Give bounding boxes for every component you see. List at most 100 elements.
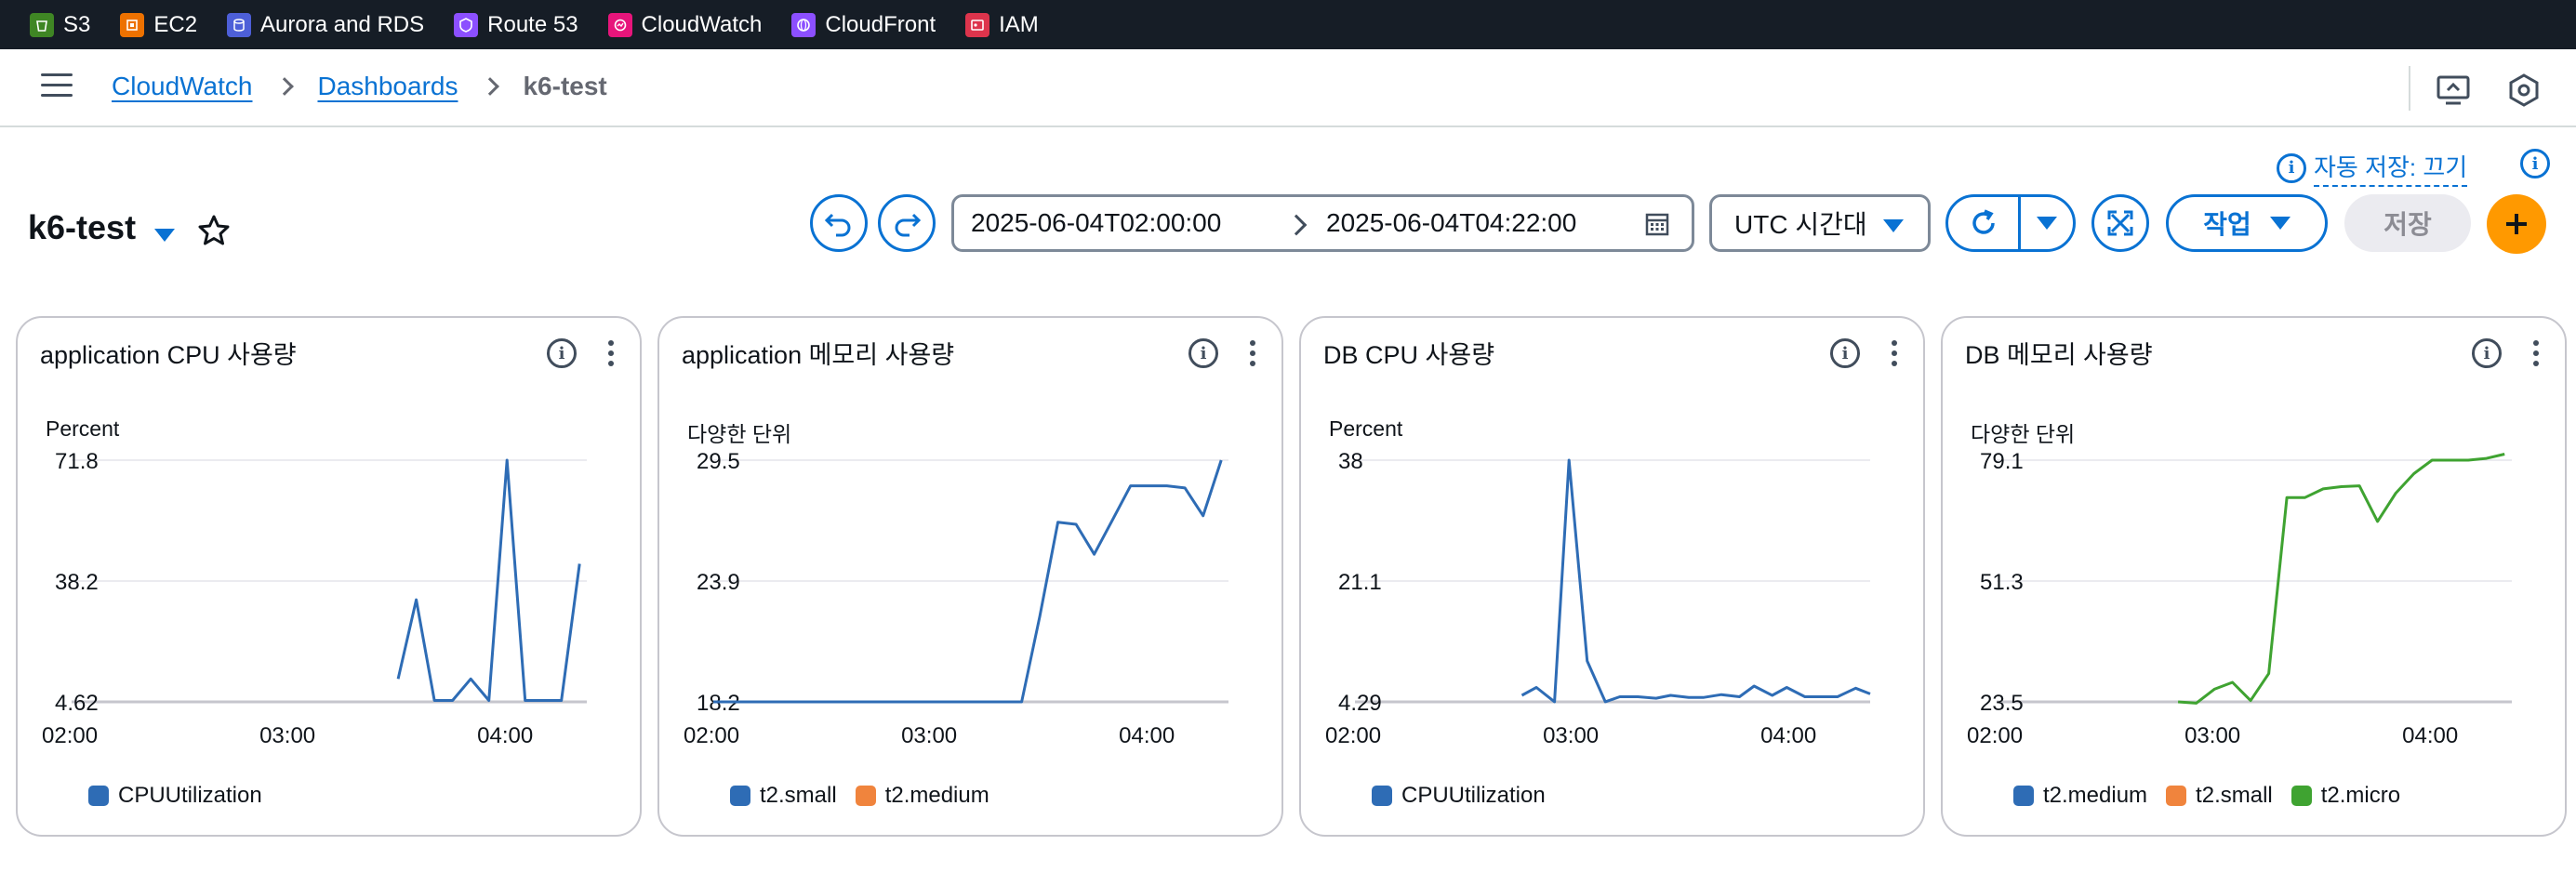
service-link-ec2[interactable]: EC2: [120, 12, 197, 38]
save-button[interactable]: 저장: [2344, 194, 2471, 252]
bucket-icon: [30, 12, 54, 37]
chart-legend: t2.small t2.medium: [730, 783, 1008, 809]
line-chart: 38 21.1 4.29 02:00 03:00 04:00: [1325, 449, 1871, 748]
chevron-right-icon: [1285, 214, 1308, 236]
chevron-right-icon: [481, 77, 500, 96]
service-label: Route 53: [487, 11, 578, 37]
y-tick-label: 29.5: [697, 449, 740, 474]
timezone-select[interactable]: UTC 시간대: [1709, 194, 1931, 252]
service-link-iam[interactable]: IAM: [965, 12, 1039, 38]
x-tick-label: 04:00: [477, 723, 533, 748]
series-line-t2-micro: [2177, 453, 2505, 705]
service-link-cloudfront[interactable]: CloudFront: [791, 12, 936, 38]
calendar-icon[interactable]: [1645, 212, 1669, 236]
y-tick-label: 38.2: [55, 570, 99, 595]
caret-down-icon: [2269, 217, 2291, 230]
legend-item[interactable]: t2.small: [730, 783, 837, 809]
expand-icon: [2107, 210, 2133, 236]
header: CloudWatch Dashboards k6-test: [0, 49, 2576, 127]
widget-title: application CPU 사용량: [40, 341, 297, 369]
legend-label: t2.medium: [884, 783, 989, 808]
refresh-icon: [1972, 209, 1995, 234]
widget-1: application CPU 사용량 i Percent 71.8 38.2 4.62 0…: [16, 316, 642, 837]
info-link[interactable]: i: [2520, 149, 2557, 178]
legend-label: t2.micro: [2320, 783, 2401, 808]
id-card-icon: [965, 12, 990, 37]
x-tick-label: 03:00: [2184, 723, 2240, 748]
legend-item[interactable]: CPUUtilization: [88, 783, 262, 809]
line-chart: 79.1 51.3 23.5 02:00 03:00 04:00: [1967, 449, 2512, 748]
chart-legend: CPUUtilization: [1372, 783, 1564, 809]
more-options-icon[interactable]: [1248, 340, 1257, 370]
service-link-route-53[interactable]: Route 53: [454, 12, 578, 38]
time-range-picker[interactable]: 2025-06-04T02:00:00 2025-06-04T04:22:00: [951, 194, 1694, 252]
fullscreen-button[interactable]: [2091, 194, 2149, 252]
add-widget-button[interactable]: [2487, 194, 2546, 254]
info-icon[interactable]: i: [547, 338, 577, 368]
legend-item[interactable]: t2.medium: [855, 783, 989, 809]
breadcrumb-cloudwatch[interactable]: CloudWatch: [112, 72, 252, 101]
x-tick-label: 03:00: [259, 723, 315, 748]
x-tick-label: 02:00: [42, 723, 98, 748]
refresh-button[interactable]: [1948, 197, 2021, 249]
refresh-interval-dropdown[interactable]: [2021, 197, 2073, 249]
service-label: IAM: [999, 11, 1039, 37]
service-link-aurora-and-rds[interactable]: Aurora and RDS: [227, 12, 424, 38]
info-icon: i: [2520, 149, 2550, 178]
legend-swatch: [2291, 786, 2312, 806]
line-chart: 71.8 38.2 4.62 02:00 03:00 04:00: [42, 449, 587, 748]
shield-icon: [454, 12, 479, 37]
time-range-from: 2025-06-04T02:00:00: [971, 208, 1222, 237]
more-options-icon[interactable]: [2531, 340, 2541, 370]
more-options-icon[interactable]: [606, 340, 616, 370]
y-tick-label: 38: [1338, 449, 1363, 474]
actions-dropdown[interactable]: 작업: [2166, 194, 2328, 252]
y-tick-label: 4.29: [1338, 691, 1382, 716]
monitor-icon[interactable]: [2435, 72, 2472, 109]
legend-item[interactable]: t2.small: [2166, 783, 2273, 809]
legend-item[interactable]: CPUUtilization: [1372, 783, 1546, 809]
undo-button[interactable]: [810, 194, 868, 252]
breadcrumb-dashboards[interactable]: Dashboards: [317, 72, 458, 101]
service-label: S3: [63, 11, 91, 37]
service-link-s3[interactable]: S3: [30, 12, 90, 38]
menu-icon[interactable]: [41, 73, 73, 101]
service-link-cloudwatch[interactable]: CloudWatch: [607, 12, 762, 38]
caret-down-icon: [1883, 219, 1904, 232]
time-range-to: 2025-06-04T04:22:00: [1326, 208, 1577, 237]
y-tick-label: 4.62: [55, 691, 99, 716]
legend-swatch: [855, 786, 876, 806]
legend-label: t2.small: [2196, 783, 2273, 808]
legend-item[interactable]: t2.micro: [2291, 783, 2400, 809]
y-tick-label: 23.5: [1980, 691, 2024, 716]
x-tick-label: 02:00: [1967, 723, 2023, 748]
caret-down-icon[interactable]: [154, 229, 175, 242]
x-tick-label: 04:00: [2402, 723, 2458, 748]
database-icon: [227, 12, 252, 37]
info-icon[interactable]: i: [1830, 338, 1860, 368]
legend-item[interactable]: t2.medium: [2013, 783, 2147, 809]
widget-title: DB 메모리 사용량: [1965, 341, 2153, 369]
legend-label: t2.small: [760, 783, 837, 808]
x-tick-label: 04:00: [1119, 723, 1175, 748]
x-tick-label: 02:00: [684, 723, 739, 748]
y-tick-label: 51.3: [1980, 570, 2024, 595]
service-label: Aurora and RDS: [260, 11, 425, 37]
chart-legend: t2.medium t2.small t2.micro: [2013, 783, 2419, 809]
redo-button[interactable]: [878, 194, 936, 252]
autosave-toggle[interactable]: i 자동 저장: 끄기: [2277, 149, 2468, 187]
widget-2: application 메모리 사용량 i 다양한 단위 29.5 23.9 18.2 02…: [657, 316, 1283, 837]
more-options-icon[interactable]: [1890, 340, 1899, 370]
settings-icon[interactable]: [2505, 72, 2543, 109]
info-icon[interactable]: i: [1188, 338, 1218, 368]
monitor-icon: [607, 12, 632, 37]
widget-title: application 메모리 사용량: [682, 341, 955, 369]
widget-3: DB CPU 사용량 i Percent 38 21.1 4.29 02:00 03:00 04…: [1299, 316, 1925, 837]
actions-label: 작업: [2203, 210, 2251, 239]
legend-swatch: [2013, 786, 2034, 806]
refresh-button-group[interactable]: [1945, 194, 2076, 252]
info-icon[interactable]: i: [2472, 338, 2502, 368]
service-label: CloudFront: [825, 11, 936, 37]
legend-swatch: [730, 786, 750, 806]
star-icon[interactable]: [195, 212, 232, 249]
